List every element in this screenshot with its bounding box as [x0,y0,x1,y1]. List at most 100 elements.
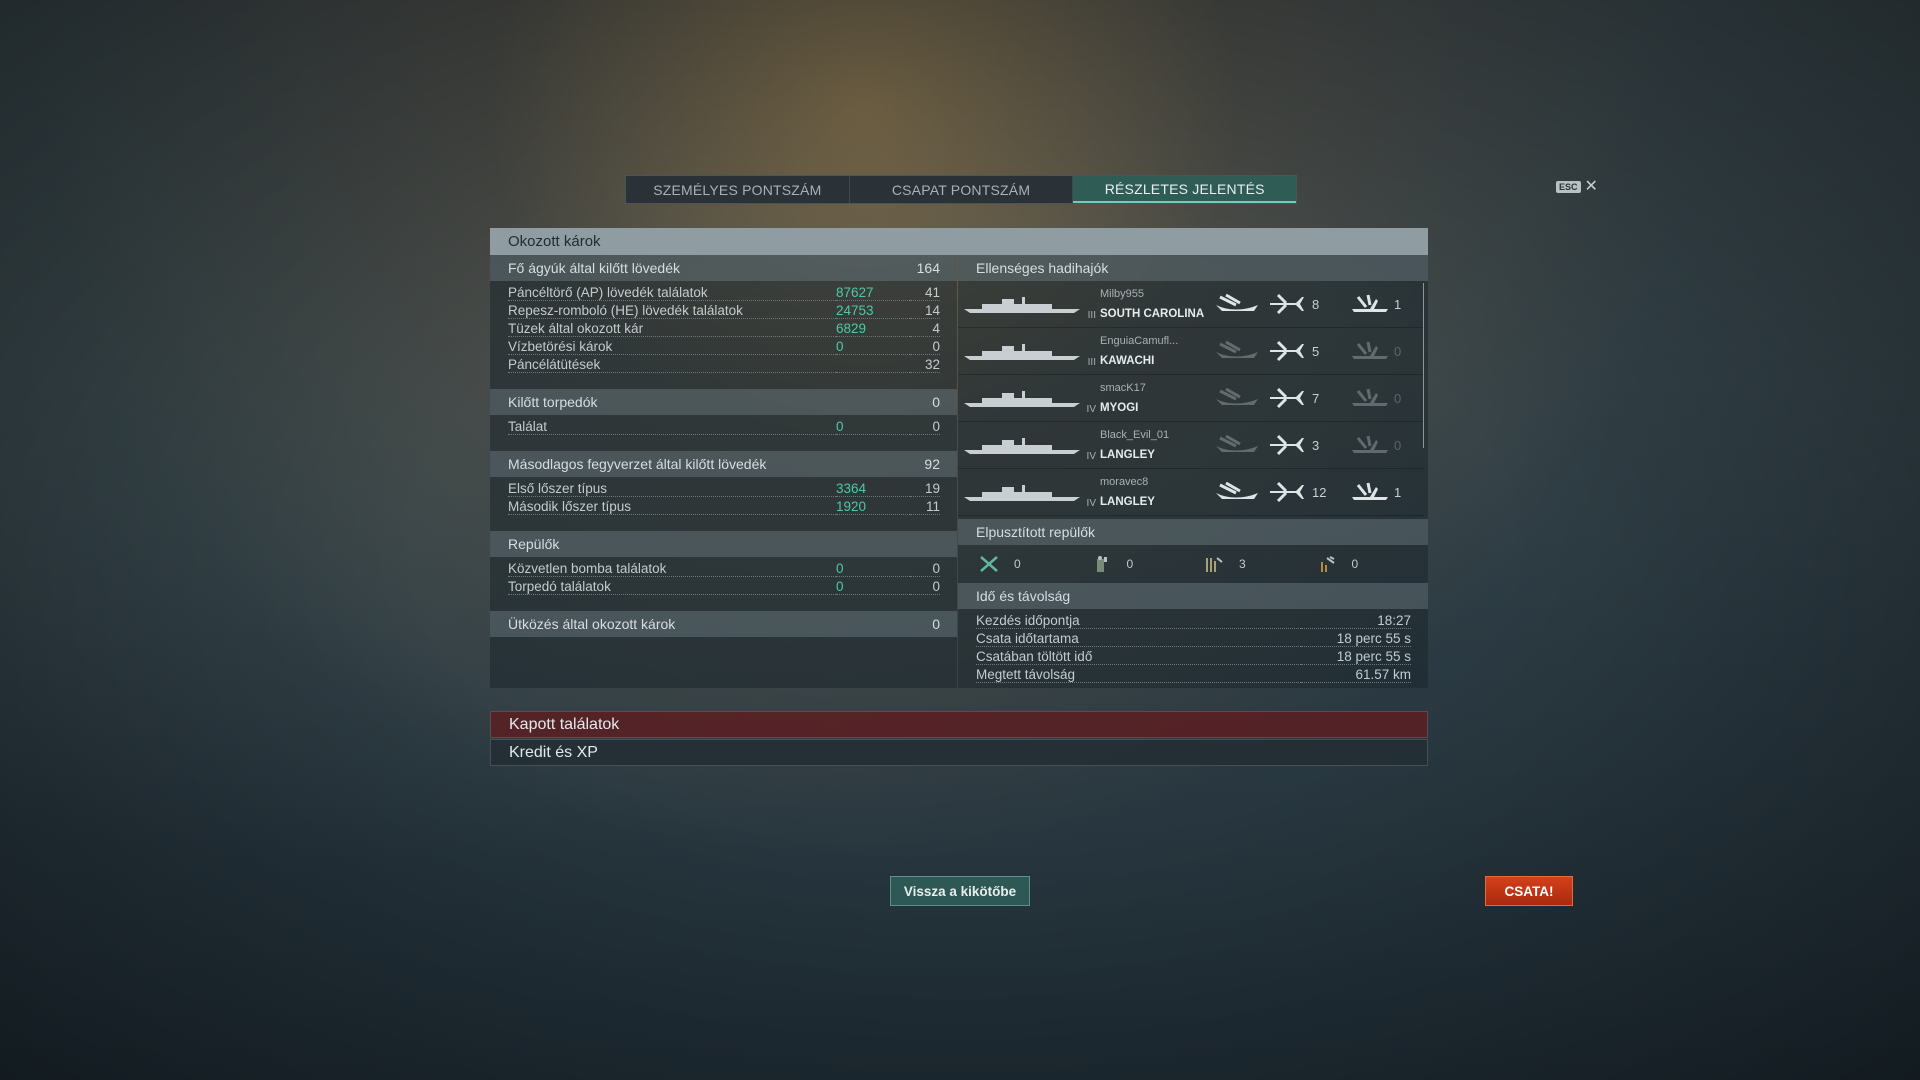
esc-close-button[interactable]: ESC ✕ [1556,179,1598,195]
stat-damage: 0 [836,561,910,577]
plane-count: 0 [1351,557,1359,571]
section-total: 0 [932,616,940,632]
critical-hit-icon [1352,482,1388,500]
stat-value: 18:27 [1301,613,1411,629]
stat-label: Csatában töltött idő [976,649,1301,665]
panel-title: Okozott károk [490,228,1428,255]
section-label: Idő és távolság [976,588,1071,604]
stat-row: Tüzek által okozott kár 6829 4 [490,320,957,338]
ship-names: smacK17 MYOGI [1100,382,1208,414]
credits-xp-bar[interactable]: Kredit és XP [490,739,1428,766]
received-hits-bar[interactable]: Kapott találatok [490,711,1428,738]
stat-label: Torpedó találatok [508,579,836,595]
hit-count: 5 [1312,343,1320,359]
stat-row: Megtett távolság 61.57 km [958,666,1428,684]
time-distance-rows: Kezdés időpontja 18:27 Csata időtartama 18… [958,609,1428,688]
main-guns-header: Fő ágyúk által kilőtt lövedék 164 [490,255,957,281]
back-to-port-button[interactable]: Vissza a kikötőbe [890,876,1030,906]
stat-count: 0 [910,579,940,595]
critical-hit-icon [1352,294,1388,312]
player-name: smacK17 [1100,382,1146,394]
section-label: Másodlagos fegyverzet által kilőtt löved… [508,456,767,472]
ship-tier: III [1087,309,1096,321]
stat-row: Második lőszer típus 1920 11 [490,498,957,516]
stat-row: Vízbetörési károk 0 0 [490,338,957,356]
destroyed-planes-header: Elpusztított repülők [958,519,1428,545]
ship-names: Black_Evil_01 LANGLEY [1100,429,1208,461]
section-total: 92 [924,456,940,472]
stat-label: Repesz-romboló (HE) lövedék találatok [508,303,836,319]
plane-count: 0 [1126,557,1134,571]
stat-label: Kezdés időpontja [976,613,1301,629]
tab-team-score[interactable]: CSAPAT PONTSZÁM [850,176,1074,203]
ramming-header: Ütközés által okozott károk 0 [490,611,957,637]
critical-hit-icon [1352,388,1388,406]
battle-button[interactable]: CSATA! [1485,876,1573,906]
stat-damage [836,358,910,373]
plane-stat: 0 [978,553,1091,575]
enemy-ship-row: III Milby955 SOUTH CAROLINA 8 1 [958,281,1424,328]
section-label: Ütközés által okozott károk [508,616,676,632]
tab-personal-score[interactable]: SZEMÉLYES PONTSZÁM [626,176,850,203]
enemy-ship-row: IV smacK17 MYOGI 7 0 [958,375,1424,422]
esc-key-badge: ESC [1556,181,1581,193]
stat-value: 18 perc 55 s [1301,631,1411,647]
plane-count: 3 [1239,557,1246,571]
player-name: Milby955 [1100,288,1145,300]
stat-count: 4 [910,321,940,337]
ship-destroyed-icon [1216,387,1258,405]
stat-damage: 1920 [836,499,910,515]
report-tabs: SZEMÉLYES PONTSZÁM CSAPAT PONTSZÁM RÉSZL… [625,175,1297,204]
hit-count: 7 [1312,390,1320,406]
ships-scrollbar[interactable] [1423,283,1424,448]
enemy-ship-row: IV Black_Evil_01 LANGLEY 3 0 [958,422,1424,469]
plane-icon [1270,481,1304,503]
stat-value: 61.57 km [1301,667,1411,683]
dive-bomber-icon [1320,556,1335,572]
plane-icon [1270,293,1304,315]
plane-icon [1270,434,1304,456]
critical-count: 0 [1394,390,1402,406]
section-label: Ellenséges hadihajók [976,260,1109,276]
stat-label: Tüzek által okozott kár [508,321,836,337]
stat-row: Közvetlen bomba találatok 0 0 [490,560,957,578]
damage-report-panel: Okozott károk Fő ágyúk által kilőtt löve… [490,228,1428,688]
stat-damage: 3364 [836,481,910,497]
plane-stat: 0 [1316,553,1429,575]
plane-stat: 3 [1203,553,1316,575]
stat-count: 0 [910,339,940,355]
enemy-ship-row: ambrucci [958,516,1424,519]
enemy-ship-row: III EnguiaCamufl... KAWACHI 5 0 [958,328,1424,375]
hit-count: 12 [1312,484,1327,500]
ship-destroyed-icon [1216,293,1258,311]
enemy-ships-list[interactable]: III Milby955 SOUTH CAROLINA 8 1 III EnguiaCamu… [958,281,1428,519]
ship-names: EnguiaCamufl... KAWACHI [1100,335,1208,367]
ship-silhouette-icon [964,485,1080,501]
ship-name: LANGLEY [1100,449,1155,461]
stat-count: 41 [910,285,940,301]
stat-row: Csata időtartama 18 perc 55 s [958,630,1428,648]
critical-count: 0 [1394,437,1402,453]
stat-label: Első lőszer típus [508,481,836,497]
main-guns-rows: Páncéltörő (AP) lövedék találatok 87627 41… [490,281,957,378]
ship-destroyed-icon [1216,434,1258,452]
stat-damage: 24753 [836,303,910,319]
ship-name: MYOGI [1100,402,1139,414]
section-label: Elpusztított repülők [976,524,1096,540]
bomber-plane-icon [1096,556,1107,572]
stat-count: 0 [910,419,940,435]
plane-icon [1270,340,1304,362]
torpedoes-header: Kilőtt torpedók 0 [490,389,957,415]
damage-left-column: Fő ágyúk által kilőtt lövedék 164 Páncél… [490,255,957,688]
ship-name: KAWACHI [1100,355,1155,367]
close-icon[interactable]: ✕ [1585,179,1598,195]
critical-hit-icon [1352,341,1388,359]
ship-silhouette-icon [964,391,1080,407]
stat-count: 19 [910,481,940,497]
section-total: 164 [916,260,940,276]
tab-detailed-report[interactable]: RÉSZLETES JELENTÉS [1073,176,1297,203]
ship-names: Milby955 SOUTH CAROLINA [1100,288,1208,320]
section-label: Repülők [508,536,560,552]
critical-count: 1 [1394,484,1402,500]
ship-destroyed-icon [1216,340,1258,358]
